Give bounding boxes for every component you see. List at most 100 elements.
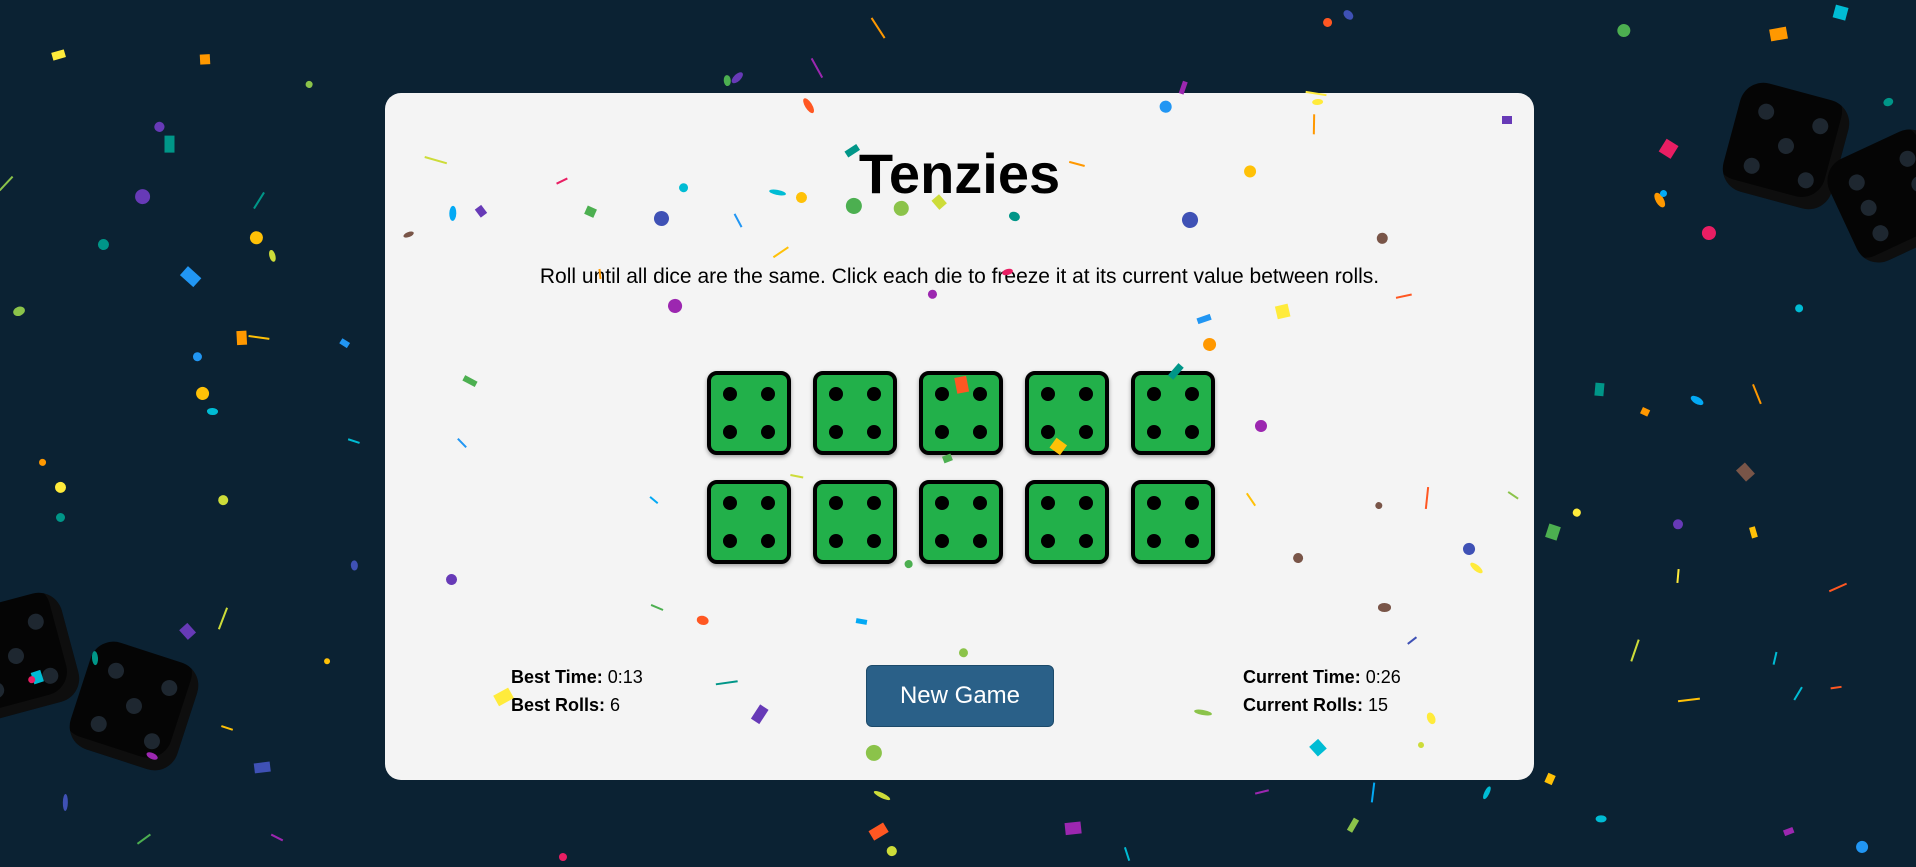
confetti-piece: [1828, 582, 1848, 593]
confetti-piece: [1830, 685, 1842, 690]
confetti-piece: [1639, 406, 1651, 417]
confetti-piece: [1545, 523, 1561, 541]
confetti-piece: [304, 79, 314, 89]
die[interactable]: [813, 480, 897, 564]
die-pip: [723, 387, 737, 401]
confetti-piece: [191, 350, 204, 363]
confetti-piece: [206, 407, 218, 415]
die-pip: [1185, 425, 1199, 439]
confetti-piece: [248, 335, 270, 340]
confetti-piece: [199, 54, 211, 65]
confetti-piece: [885, 844, 899, 858]
die-pip: [723, 534, 737, 548]
confetti-piece: [723, 74, 732, 87]
die-pip: [1079, 496, 1093, 510]
confetti-piece: [1854, 839, 1871, 856]
confetti-piece: [134, 188, 151, 205]
die-pip: [1079, 425, 1093, 439]
confetti-piece: [53, 480, 68, 495]
confetti-piece: [270, 833, 284, 842]
die[interactable]: [1131, 371, 1215, 455]
confetti-piece: [1881, 96, 1895, 108]
confetti-piece: [1544, 772, 1556, 786]
confetti-piece: [221, 725, 233, 731]
confetti-piece: [247, 228, 267, 248]
best-rolls-label: Best Rolls:: [511, 695, 606, 715]
die-pip: [723, 425, 737, 439]
die[interactable]: [919, 480, 1003, 564]
confetti-piece: [339, 338, 351, 349]
confetti-piece: [1652, 191, 1667, 209]
die[interactable]: [1131, 480, 1215, 564]
confetti-piece: [1752, 384, 1762, 405]
current-time-value: 0:26: [1365, 667, 1401, 687]
current-rolls-label: Current Rolls:: [1243, 695, 1364, 715]
confetti-piece: [1769, 26, 1789, 42]
confetti-piece: [267, 249, 277, 263]
current-rolls: Current Rolls: 15: [1243, 691, 1401, 719]
die-pip: [935, 425, 949, 439]
confetti-piece: [1793, 686, 1803, 701]
best-stats: Best Time: 0:13 Best Rolls: 6: [511, 663, 643, 719]
confetti-piece: [1370, 782, 1376, 803]
confetti-piece: [1793, 302, 1805, 314]
die-pip: [1041, 534, 1055, 548]
confetti-piece: [1255, 789, 1269, 795]
confetti-piece: [193, 384, 212, 403]
confetti-piece: [729, 70, 745, 86]
confetti-piece: [1346, 817, 1360, 833]
confetti-piece: [1481, 785, 1493, 801]
confetti-piece: [1596, 815, 1607, 823]
confetti-piece: [1659, 189, 1668, 198]
confetti-piece: [1658, 138, 1678, 159]
best-rolls-value: 6: [610, 695, 621, 715]
confetti-piece: [1630, 639, 1640, 662]
confetti-piece: [91, 650, 99, 666]
new-game-button[interactable]: New Game: [866, 665, 1054, 727]
confetti-piece: [1594, 382, 1605, 397]
die-pip: [935, 387, 949, 401]
best-time: Best Time: 0:13: [511, 663, 643, 691]
die-pip: [829, 425, 843, 439]
background-die-icon: [0, 587, 85, 725]
confetti-piece: [558, 852, 568, 862]
die-pip: [761, 425, 775, 439]
die[interactable]: [1025, 480, 1109, 564]
confetti-piece: [153, 120, 167, 134]
confetti-piece: [54, 511, 67, 524]
confetti-piece: [216, 493, 230, 507]
game-title: Tenzies: [858, 142, 1061, 205]
die-pip: [761, 496, 775, 510]
die-pip: [1147, 534, 1161, 548]
confetti-piece: [1123, 847, 1131, 861]
best-time-value: 0:13: [607, 667, 643, 687]
best-time-label: Best Time:: [511, 667, 603, 687]
confetti-piece: [1689, 393, 1706, 408]
die-pip: [1147, 425, 1161, 439]
confetti-piece: [323, 657, 332, 666]
game-screen: Tenzies Roll until all dice are the same…: [0, 0, 1916, 867]
die[interactable]: [919, 371, 1003, 455]
confetti-piece: [1571, 507, 1583, 519]
background-die-icon: [63, 635, 205, 777]
confetti-piece: [1341, 8, 1356, 22]
die-pip: [935, 496, 949, 510]
die-pip: [935, 534, 949, 548]
background-die-icon: [1717, 77, 1855, 215]
die[interactable]: [707, 371, 791, 455]
confetti-piece: [350, 559, 358, 571]
die[interactable]: [813, 371, 897, 455]
die-pip: [973, 496, 987, 510]
confetti-piece: [1673, 519, 1684, 530]
confetti-piece: [1699, 223, 1719, 243]
confetti-piece: [253, 762, 271, 774]
confetti-piece: [11, 305, 27, 318]
die-pip: [1147, 387, 1161, 401]
die-pip: [1079, 387, 1093, 401]
confetti-piece: [1678, 697, 1700, 703]
die-pip: [867, 387, 881, 401]
confetti-piece: [62, 794, 69, 811]
die[interactable]: [1025, 371, 1109, 455]
die[interactable]: [707, 480, 791, 564]
confetti-piece: [1321, 16, 1334, 29]
